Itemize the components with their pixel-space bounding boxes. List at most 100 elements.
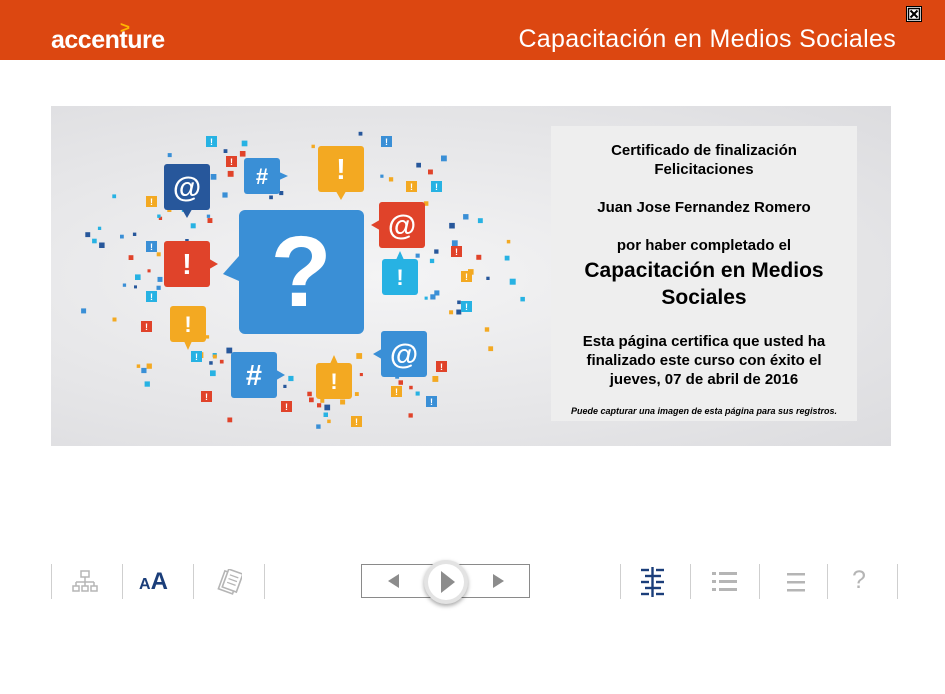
next-icon <box>493 574 504 588</box>
confetti-dot <box>398 380 403 385</box>
confetti-dot <box>520 296 525 302</box>
badge-glyph: ! <box>385 137 388 147</box>
confetti-dot <box>81 308 87 314</box>
speech-bubble-tail <box>336 192 346 200</box>
certificate-panel: Certificado de finalización Felicitacion… <box>551 126 857 421</box>
confetti-dot <box>457 300 461 305</box>
badge-glyph: ! <box>145 322 148 332</box>
confetti-dot <box>415 253 420 258</box>
text-size-large: A <box>150 568 168 595</box>
badge-glyph: ! <box>435 182 438 192</box>
confetti-dot <box>311 144 315 149</box>
play-button[interactable] <box>424 560 468 604</box>
toolbar-divider <box>51 564 52 599</box>
badge-glyph: ! <box>150 292 153 302</box>
sitemap-button[interactable] <box>72 570 98 599</box>
sitemap-icon <box>72 570 98 592</box>
speech-bubble-tail <box>330 355 338 363</box>
player-toolbar: AA ? <box>0 560 945 604</box>
bubble-glyph: ! <box>336 154 346 186</box>
confetti-dot <box>241 140 248 147</box>
confetti-dot <box>416 162 421 168</box>
next-button[interactable] <box>492 573 506 594</box>
confetti-dot <box>476 254 482 260</box>
confetti-dot <box>239 151 246 157</box>
help-button[interactable]: ? <box>852 566 866 595</box>
list-icon <box>712 572 737 591</box>
confetti-dot <box>429 258 435 264</box>
confetti-dot <box>340 399 346 405</box>
previous-icon <box>388 574 399 588</box>
glossary-button[interactable] <box>640 567 666 602</box>
close-icon <box>907 7 921 21</box>
bubble-glyph: ! <box>330 369 337 394</box>
play-icon <box>428 564 464 600</box>
completion-intro: por haber completado el <box>616 237 792 254</box>
course-name-line2: Sociales <box>661 286 747 309</box>
confetti-dot <box>97 226 102 230</box>
previous-button[interactable] <box>386 573 400 594</box>
confetti-dot <box>219 359 224 364</box>
confetti-dot <box>428 169 433 175</box>
confetti-dot <box>207 218 213 223</box>
text-size-small: A <box>139 576 151 593</box>
speech-bubble-tail <box>396 251 404 259</box>
question-mark-icon: ? <box>270 216 331 328</box>
speech-bubble-tail <box>277 370 285 380</box>
confetti-dot <box>210 370 216 377</box>
notes-icon <box>217 568 244 595</box>
badge-glyph: ! <box>230 157 233 167</box>
confetti-dot <box>112 194 117 199</box>
question-bubble-tail <box>223 256 239 281</box>
confetti-dot <box>288 375 294 382</box>
menu-icon <box>787 573 805 592</box>
badge-glyph: ! <box>455 247 458 257</box>
confetti-dot <box>226 347 233 354</box>
confetti-dot <box>309 397 314 403</box>
text-size-button[interactable]: AA <box>139 568 168 596</box>
confetti-dot <box>434 249 439 254</box>
toolbar-divider <box>759 564 760 599</box>
confetti-dot <box>128 255 134 260</box>
confetti-dot <box>358 131 363 136</box>
capture-note: Puede capturar una imagen de esta página… <box>570 406 838 416</box>
confetti-dot <box>320 398 325 403</box>
confetti-dot <box>227 417 233 423</box>
confetti-dot <box>449 222 455 229</box>
certificate-statement: Esta página certifica que usted ha final… <box>561 332 847 389</box>
badge-glyph: ! <box>150 197 153 207</box>
confetti-dot <box>205 335 210 339</box>
badge-glyph: ! <box>285 402 288 412</box>
confetti-dot <box>484 327 490 332</box>
confetti-dot <box>92 238 97 244</box>
confetti-dot <box>120 234 124 239</box>
bubble-glyph: # <box>246 360 262 392</box>
list-button[interactable] <box>712 571 738 598</box>
toolbar-divider <box>193 564 194 599</box>
confetti-dot <box>432 376 439 382</box>
confetti-dot <box>122 283 127 287</box>
close-button[interactable] <box>906 6 922 22</box>
badge-glyph: ! <box>430 397 433 407</box>
confetti-dot <box>156 252 161 257</box>
congratulations-text: Felicitaciones <box>654 161 754 178</box>
speech-bubble-tail <box>373 349 381 359</box>
menu-button[interactable] <box>787 572 805 597</box>
speech-bubble-tail <box>371 220 379 230</box>
app-header: accenture > Capacitación en Medios Socia… <box>0 0 945 60</box>
confetti-dot <box>380 174 384 178</box>
glossary-icon <box>641 567 664 597</box>
notes-button[interactable] <box>216 568 244 602</box>
confetti-dot <box>354 392 359 396</box>
social-media-illustration: !!!!!!!!!!!!!!!!!!!! @ #! @!!! # @!? <box>81 131 525 429</box>
confetti-dot <box>317 403 322 408</box>
confetti-dot <box>167 153 172 158</box>
confetti-dot <box>316 424 321 429</box>
confetti-dot <box>141 367 147 374</box>
speech-bubble-tail <box>210 259 218 269</box>
confetti-dot <box>134 285 137 289</box>
course-name-line1: Capacitación en Medios <box>584 259 824 282</box>
confetti-dot <box>206 214 211 218</box>
badge-glyph: ! <box>150 242 153 252</box>
badge-glyph: ! <box>195 352 198 362</box>
